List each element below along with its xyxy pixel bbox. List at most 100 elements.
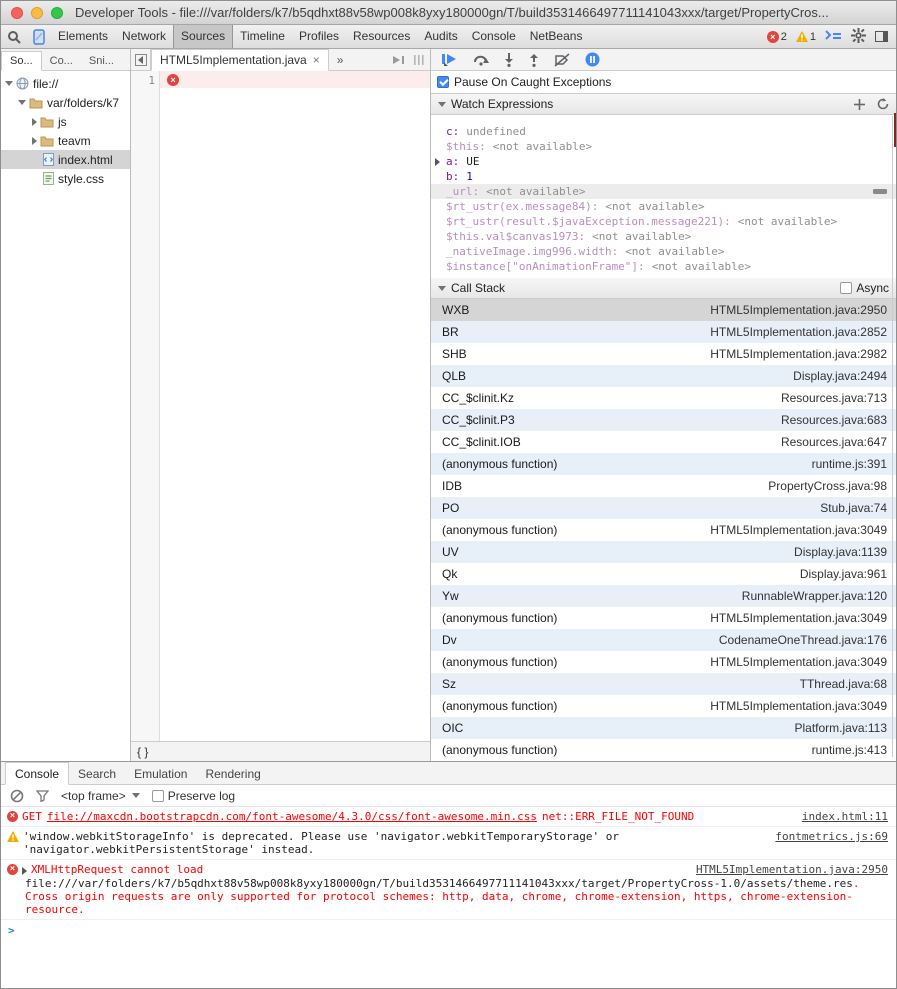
frame-location-link[interactable]: RunnableWrapper.java:120 [742,589,887,603]
tab-profiles[interactable]: Profiles [292,25,346,48]
step-into-icon[interactable] [504,53,514,67]
async-checkbox[interactable] [840,282,852,294]
disclosure-right-icon[interactable] [22,867,27,875]
call-stack-header[interactable]: Call Stack Async [431,278,896,299]
url-link[interactable]: file://maxcdn.bootstrapcdn.com/font-awes… [47,810,537,823]
callstack-frame[interactable]: OICPlatform.java:113 [431,717,896,739]
frame-location-link[interactable]: Resources.java:713 [781,391,887,405]
callstack-frame[interactable]: WXBHTML5Implementation.java:2950 [431,299,896,321]
frame-location-link[interactable]: Display.java:1139 [794,545,887,559]
tab-sources[interactable]: Sources [173,25,233,48]
code-editor[interactable]: 1 × [131,71,430,741]
zoom-button[interactable] [51,7,63,19]
pause-on-caught-checkbox[interactable] [437,76,449,88]
scrollbar-track[interactable] [892,116,893,757]
frame-location-link[interactable]: Display.java:961 [800,567,887,581]
watch-expression-row[interactable]: $this.val$canvas1973:<not available> [431,229,896,244]
watch-expression-row[interactable]: c:undefined [431,124,896,139]
drawer-tab-search[interactable]: Search [69,763,125,784]
frame-location-link[interactable]: HTML5Implementation.java:2982 [710,347,887,361]
watch-expressions-header[interactable]: Watch Expressions [431,94,896,115]
more-tabs-icon[interactable]: » [329,50,352,70]
tab-elements[interactable]: Elements [51,25,115,48]
watch-expression-row[interactable]: _nativeImage.img996.width:<not available… [431,244,896,259]
play-bar-icon[interactable] [392,55,406,65]
preserve-log-checkbox[interactable] [152,790,164,802]
callstack-frame[interactable]: YwRunnableWrapper.java:120 [431,585,896,607]
watch-expression-row[interactable]: b:1 [431,169,896,184]
tab-netbeans[interactable]: NetBeans [523,25,590,48]
source-link[interactable]: index.html:11 [802,810,888,823]
tab-snippets-pane[interactable]: Sni... [81,52,122,70]
frame-selector-dropdown[interactable]: <top frame> [61,789,140,803]
frame-location-link[interactable]: Display.java:2494 [793,369,887,383]
tab-network[interactable]: Network [115,25,173,48]
frame-location-link[interactable]: TThread.java:68 [800,677,887,691]
clear-console-icon[interactable] [10,789,24,803]
callstack-frame[interactable]: (anonymous function)HTML5Implementation.… [431,651,896,673]
console-prompt[interactable]: > [1,920,896,940]
editor-tab-html5implementation[interactable]: HTML5Implementation.java × [151,49,329,71]
callstack-frame[interactable]: SHBHTML5Implementation.java:2982 [431,343,896,365]
tree-item-folder[interactable]: js [1,112,130,131]
callstack-frame[interactable]: POStub.java:74 [431,497,896,519]
disclosure-right-icon[interactable] [435,158,440,166]
callstack-frame[interactable]: QLBDisplay.java:2494 [431,365,896,387]
watch-expression-row[interactable]: $this:<not available> [431,139,896,154]
tab-content-scripts-pane[interactable]: Co... [42,52,81,70]
step-over-icon[interactable] [473,53,489,66]
frame-location-link[interactable]: runtime.js:413 [812,743,887,757]
drawer-tab-rendering[interactable]: Rendering [196,763,269,784]
settings-gear-icon[interactable] [851,28,866,46]
collapse-navigator-icon[interactable] [131,49,151,70]
disclosure-down-icon[interactable] [18,100,26,105]
search-icon[interactable] [1,25,27,48]
close-button[interactable] [11,7,23,19]
disclosure-right-icon[interactable] [32,137,37,145]
tab-audits[interactable]: Audits [417,25,464,48]
tab-sources-pane[interactable]: So... [1,51,42,71]
drawer-tab-emulation[interactable]: Emulation [125,763,196,784]
disclosure-right-icon[interactable] [32,118,37,126]
filter-icon[interactable] [36,790,49,802]
callstack-frame[interactable]: (anonymous function)HTML5Implementation.… [431,695,896,717]
close-tab-icon[interactable]: × [313,53,320,67]
callstack-frame[interactable]: (anonymous function)runtime.js:391 [431,453,896,475]
tree-item-root[interactable]: file:// [1,74,130,93]
source-link[interactable]: HTML5Implementation.java:2950 [696,863,888,876]
tab-timeline[interactable]: Timeline [233,25,292,48]
disclosure-down-icon[interactable] [5,81,13,86]
frame-location-link[interactable]: HTML5Implementation.java:3049 [710,655,887,669]
frame-location-link[interactable]: HTML5Implementation.java:3049 [710,699,887,713]
minimize-button[interactable] [31,7,43,19]
frame-location-link[interactable]: runtime.js:391 [812,457,887,471]
frame-location-link[interactable]: Resources.java:647 [781,435,887,449]
frame-location-link[interactable]: CodenameOneThread.java:176 [719,633,887,647]
step-out-icon[interactable] [529,53,539,67]
source-link[interactable]: fontmetrics.js:69 [775,830,888,843]
deactivate-breakpoints-icon[interactable] [554,53,570,67]
tab-resources[interactable]: Resources [346,25,417,48]
drawer-tab-console[interactable]: Console [5,762,69,785]
frame-location-link[interactable]: Platform.java:113 [795,721,888,735]
delete-watch-button[interactable] [873,189,887,194]
tab-console[interactable]: Console [465,25,523,48]
frame-location-link[interactable]: HTML5Implementation.java:3049 [710,611,887,625]
callstack-frame[interactable]: CC_$clinit.IOBResources.java:647 [431,431,896,453]
add-watch-icon[interactable] [854,99,865,110]
frame-location-link[interactable]: Stub.java:74 [820,501,887,515]
device-mode-icon[interactable] [27,25,51,48]
watch-expression-row[interactable]: a:UE [431,154,896,169]
callstack-frame[interactable]: DvCodenameOneThread.java:176 [431,629,896,651]
callstack-frame[interactable]: BRHTML5Implementation.java:2852 [431,321,896,343]
refresh-icon[interactable] [877,98,889,110]
callstack-frame[interactable]: IDBPropertyCross.java:98 [431,475,896,497]
column-lines-icon[interactable] [414,55,424,65]
frame-location-link[interactable]: HTML5Implementation.java:2950 [710,303,887,317]
pretty-print-icon[interactable]: { } [137,745,148,759]
warning-count-badge[interactable]: 1 [796,31,816,43]
callstack-frame[interactable]: SzTThread.java:68 [431,673,896,695]
tree-item-folder[interactable]: teavm [1,131,130,150]
callstack-frame[interactable]: (anonymous function)HTML5Implementation.… [431,607,896,629]
pause-on-exceptions-icon[interactable] [585,52,600,67]
